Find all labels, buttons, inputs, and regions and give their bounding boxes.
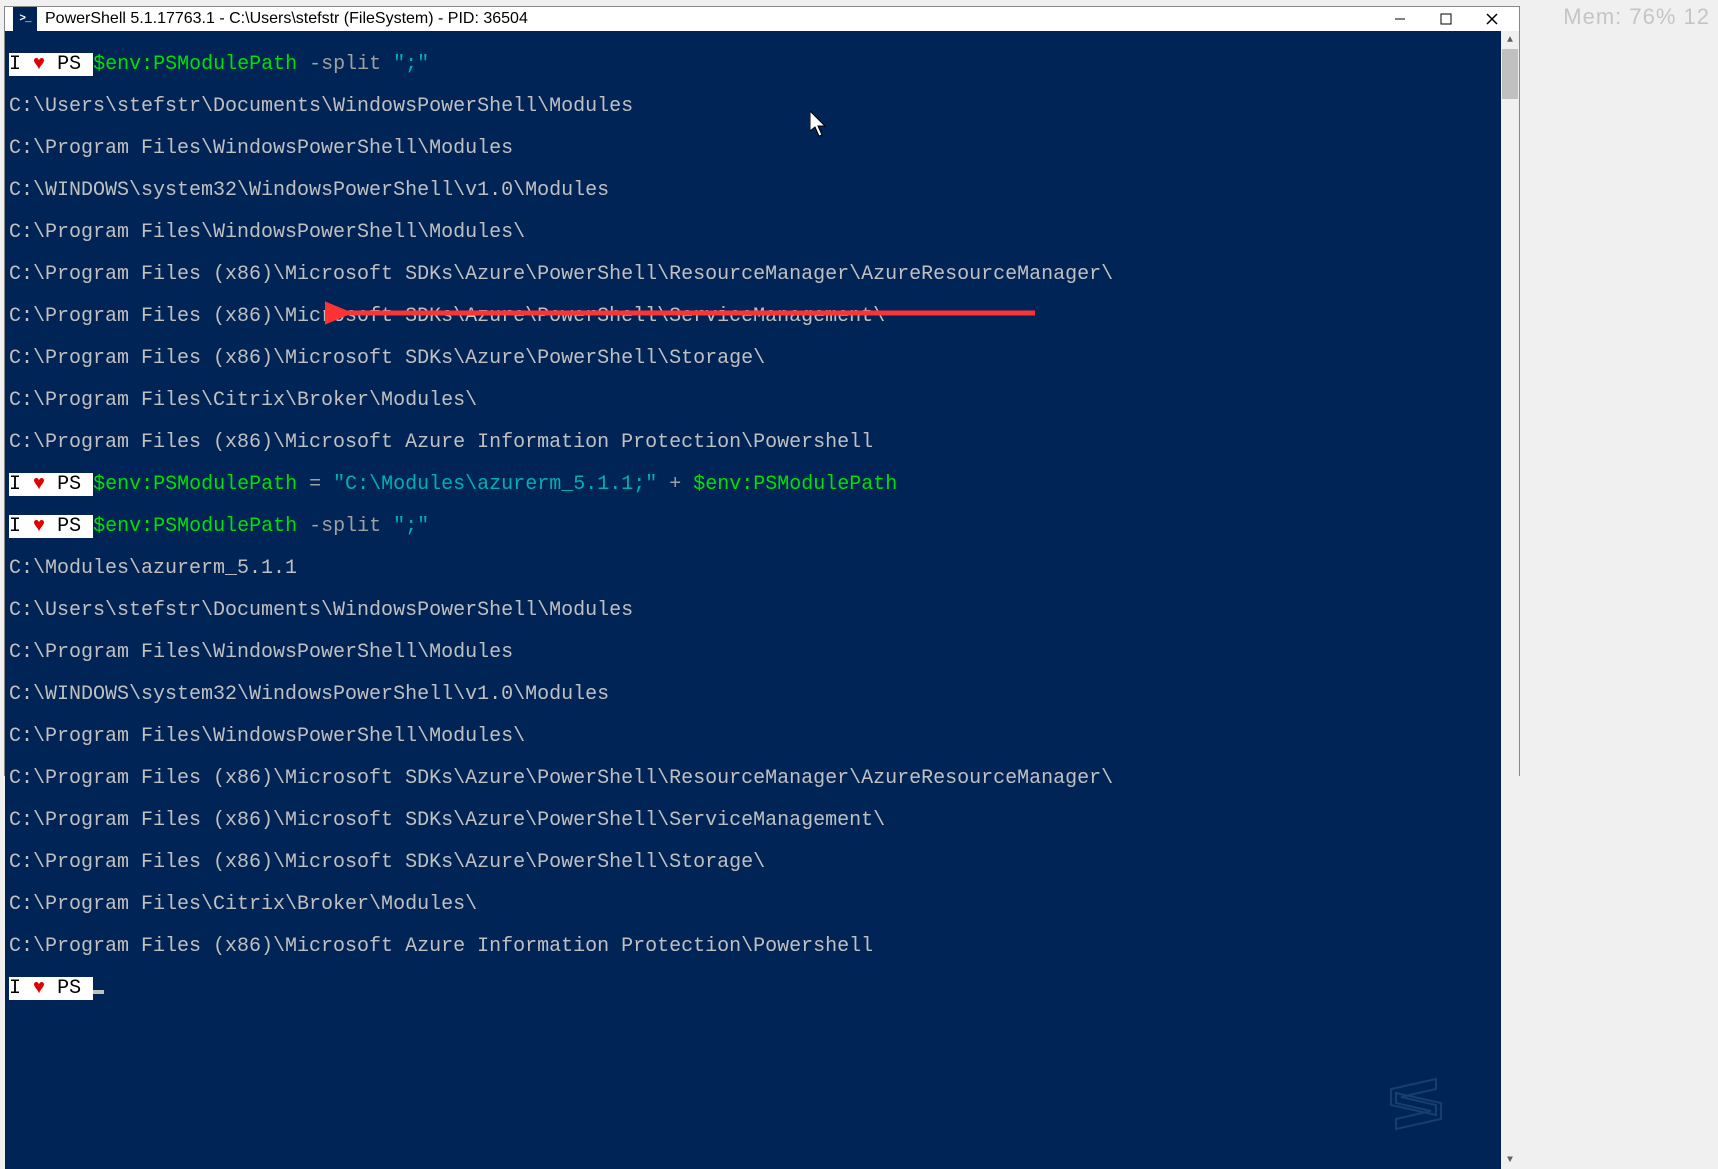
heart-icon: ♥	[33, 53, 45, 76]
background-memory-text: Mem: 76% 12	[1563, 4, 1710, 30]
output-line-highlighted: C:\Modules\azurerm_5.1.1	[9, 558, 1497, 579]
cursor	[93, 990, 104, 994]
command-line-prompt: I ♥ PS	[9, 978, 1497, 999]
terminal-content[interactable]: I ♥ PS $env:PSModulePath -split ";" C:\U…	[5, 31, 1501, 1169]
vertical-scrollbar[interactable]: ▲ ▼	[1501, 31, 1519, 1169]
variable: $env:PSModulePath	[693, 473, 897, 496]
maximize-button[interactable]	[1423, 7, 1469, 31]
scrollbar-down-arrow-icon[interactable]: ▼	[1501, 1151, 1519, 1169]
powershell-icon	[13, 7, 37, 31]
output-line: C:\Program Files\WindowsPowerShell\Modul…	[9, 642, 1497, 663]
variable: $env:PSModulePath	[93, 515, 297, 538]
output-line: C:\Program Files\Citrix\Broker\Modules\	[9, 390, 1497, 411]
variable: $env:PSModulePath	[93, 473, 297, 496]
command-line-3: I ♥ PS $env:PSModulePath -split ";"	[9, 516, 1497, 537]
minimize-button[interactable]	[1377, 7, 1423, 31]
window-title: PowerShell 5.1.17763.1 - C:\Users\stefst…	[45, 10, 1369, 28]
scrollbar-up-arrow-icon[interactable]: ▲	[1501, 31, 1519, 49]
heart-icon: ♥	[33, 977, 45, 1000]
output-line: C:\Program Files (x86)\Microsoft Azure I…	[9, 936, 1497, 957]
output-line: C:\Program Files\WindowsPowerShell\Modul…	[9, 726, 1497, 747]
output-line: C:\Program Files (x86)\Microsoft SDKs\Az…	[9, 348, 1497, 369]
output-line: C:\Users\stefstr\Documents\WindowsPowerS…	[9, 600, 1497, 621]
output-line: C:\Program Files (x86)\Microsoft Azure I…	[9, 432, 1497, 453]
variable: $env:PSModulePath	[93, 53, 297, 76]
output-line: C:\Program Files (x86)\Microsoft SDKs\Az…	[9, 852, 1497, 873]
close-button[interactable]	[1469, 7, 1515, 31]
powershell-window: PowerShell 5.1.17763.1 - C:\Users\stefst…	[4, 6, 1520, 776]
output-line: C:\WINDOWS\system32\WindowsPowerShell\v1…	[9, 180, 1497, 201]
terminal-area: I ♥ PS $env:PSModulePath -split ";" C:\U…	[5, 31, 1519, 1169]
output-line: C:\Program Files\WindowsPowerShell\Modul…	[9, 222, 1497, 243]
heart-icon: ♥	[33, 473, 45, 496]
heart-icon: ♥	[33, 515, 45, 538]
command-line-1: I ♥ PS $env:PSModulePath -split ";"	[9, 54, 1497, 75]
output-line: C:\Program Files\WindowsPowerShell\Modul…	[9, 138, 1497, 159]
titlebar[interactable]: PowerShell 5.1.17763.1 - C:\Users\stefst…	[5, 7, 1519, 31]
window-controls	[1377, 7, 1515, 31]
output-line: C:\Users\stefstr\Documents\WindowsPowerS…	[9, 96, 1497, 117]
output-line: C:\Program Files (x86)\Microsoft SDKs\Az…	[9, 768, 1497, 789]
output-line: C:\Program Files\Citrix\Broker\Modules\	[9, 894, 1497, 915]
command-line-2: I ♥ PS $env:PSModulePath = "C:\Modules\a…	[9, 474, 1497, 495]
output-line: C:\Program Files (x86)\Microsoft SDKs\Az…	[9, 810, 1497, 831]
watermark-logo	[1381, 1069, 1451, 1139]
output-line: C:\WINDOWS\system32\WindowsPowerShell\v1…	[9, 684, 1497, 705]
output-line: C:\Program Files (x86)\Microsoft SDKs\Az…	[9, 306, 1497, 327]
output-line: C:\Program Files (x86)\Microsoft SDKs\Az…	[9, 264, 1497, 285]
scrollbar-thumb[interactable]	[1502, 49, 1518, 99]
